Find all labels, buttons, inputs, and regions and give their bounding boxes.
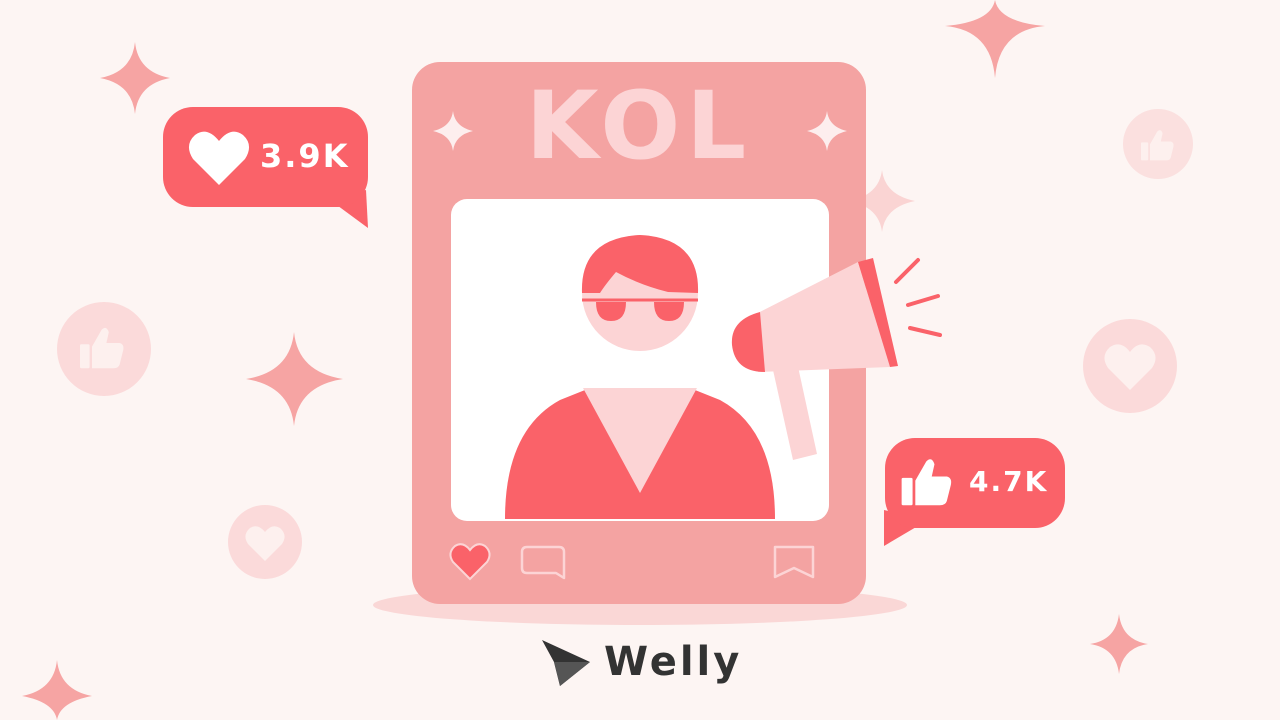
thumbs-up-count: 4.7K xyxy=(969,465,1049,498)
sparkle-icon xyxy=(22,660,92,720)
likes-count: 3.9K xyxy=(260,137,350,175)
sparkle-icon xyxy=(1090,614,1148,674)
brand-logo: Welly xyxy=(540,636,742,688)
sparkle-icon xyxy=(100,42,170,114)
heart-icon xyxy=(188,131,250,185)
sparkle-icon xyxy=(246,332,343,426)
welly-logo-icon xyxy=(542,640,590,686)
thumbs-up-bubble: 4.7K xyxy=(885,438,1065,528)
thumbs-up-icon xyxy=(901,459,952,506)
post-title: KOL xyxy=(525,72,753,181)
sparkle-icon xyxy=(945,0,1045,78)
likes-bubble: 3.9K xyxy=(163,107,368,207)
brand-name: Welly xyxy=(604,639,743,685)
